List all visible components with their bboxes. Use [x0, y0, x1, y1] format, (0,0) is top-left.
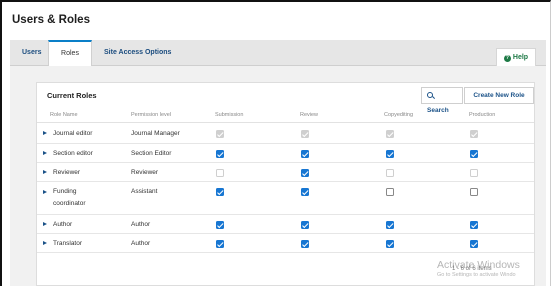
production-checkbox[interactable]	[470, 150, 478, 158]
expand-caret-icon[interactable]	[43, 151, 47, 155]
copyediting-checkbox[interactable]	[386, 188, 394, 196]
permission-level: Section Editor	[131, 150, 172, 157]
panel-header: Current Roles Search Create New Role	[37, 83, 534, 114]
submission-checkbox[interactable]	[216, 221, 224, 229]
search-icon	[427, 92, 433, 98]
col-submission: Submission	[215, 112, 244, 118]
help-button[interactable]: ? Help	[496, 48, 536, 66]
watermark-subtitle: Go to Settings to activate Windo	[437, 272, 516, 278]
table-row[interactable]: Journal editor Journal Manager	[37, 124, 534, 144]
review-checkbox[interactable]	[301, 169, 309, 177]
copyediting-checkbox[interactable]	[386, 240, 394, 248]
tab-bar: Users Roles Site Access Options ? Help	[10, 40, 546, 67]
col-copyediting: Copyediting	[384, 112, 414, 118]
col-review: Review	[300, 112, 319, 118]
submission-checkbox[interactable]	[216, 188, 224, 196]
panel-title: Current Roles	[47, 91, 97, 100]
permission-level: Journal Manager	[131, 130, 180, 137]
role-name-line1: Funding	[53, 188, 77, 195]
role-name: Journal editor	[53, 130, 93, 137]
production-checkbox[interactable]	[470, 221, 478, 229]
col-role-name: Role Name	[50, 112, 78, 118]
production-checkbox[interactable]	[470, 240, 478, 248]
review-checkbox	[301, 130, 309, 138]
copyediting-checkbox[interactable]	[386, 150, 394, 158]
help-circle-icon: ?	[503, 55, 511, 62]
role-name: Translator	[53, 240, 83, 247]
help-label: Help	[512, 54, 529, 61]
expand-caret-icon[interactable]	[43, 241, 47, 245]
permission-level: Author	[131, 221, 151, 228]
expand-caret-icon[interactable]	[43, 170, 47, 174]
create-new-role-button[interactable]: Create New Role	[464, 87, 534, 104]
copyediting-checkbox	[386, 169, 394, 177]
tab-site-access-options[interactable]: Site Access Options	[96, 40, 179, 66]
role-name: Author	[53, 221, 73, 228]
role-name: Reviewer	[53, 169, 81, 176]
submission-checkbox[interactable]	[216, 150, 224, 158]
col-production: Production	[469, 112, 496, 118]
expand-caret-icon[interactable]	[43, 222, 47, 226]
permission-level: Author	[131, 240, 151, 247]
activate-windows-watermark: Activate Windows Go to Settings to activ…	[437, 259, 520, 278]
table-row[interactable]: Funding coordinator Assistant	[37, 182, 534, 215]
table-header: Role Name Permission level Submission Re…	[37, 109, 534, 123]
production-checkbox[interactable]	[470, 188, 478, 196]
tab-roles[interactable]: Roles	[48, 40, 92, 67]
watermark-title: Activate Windows	[437, 259, 520, 271]
production-checkbox	[470, 130, 478, 138]
production-checkbox	[470, 169, 478, 177]
expand-caret-icon[interactable]	[43, 131, 47, 135]
table-row[interactable]: Author Author	[37, 215, 534, 234]
submission-checkbox	[216, 169, 224, 177]
role-name-line2: coordinator	[53, 200, 86, 207]
submission-checkbox	[216, 130, 224, 138]
table-row[interactable]: Translator Author	[37, 234, 534, 253]
copyediting-checkbox[interactable]	[386, 221, 394, 229]
table-row[interactable]: Reviewer Reviewer	[37, 163, 534, 182]
page-title: Users & Roles	[12, 14, 90, 26]
search-button[interactable]: Search	[421, 87, 463, 114]
role-name: Section editor	[53, 150, 93, 157]
review-checkbox[interactable]	[301, 240, 309, 248]
permission-level: Reviewer	[131, 169, 159, 176]
table-row[interactable]: Section editor Section Editor	[37, 144, 534, 163]
review-checkbox[interactable]	[301, 150, 309, 158]
review-checkbox[interactable]	[301, 188, 309, 196]
tab-users[interactable]: Users	[14, 40, 49, 66]
permission-level: Assistant	[131, 188, 158, 195]
expand-caret-icon[interactable]	[43, 190, 47, 194]
col-permission-level: Permission level	[131, 112, 172, 118]
submission-checkbox[interactable]	[216, 240, 224, 248]
current-roles-panel: Current Roles Search Create New Role Rol…	[36, 82, 535, 286]
copyediting-checkbox	[386, 130, 394, 138]
review-checkbox[interactable]	[301, 221, 309, 229]
